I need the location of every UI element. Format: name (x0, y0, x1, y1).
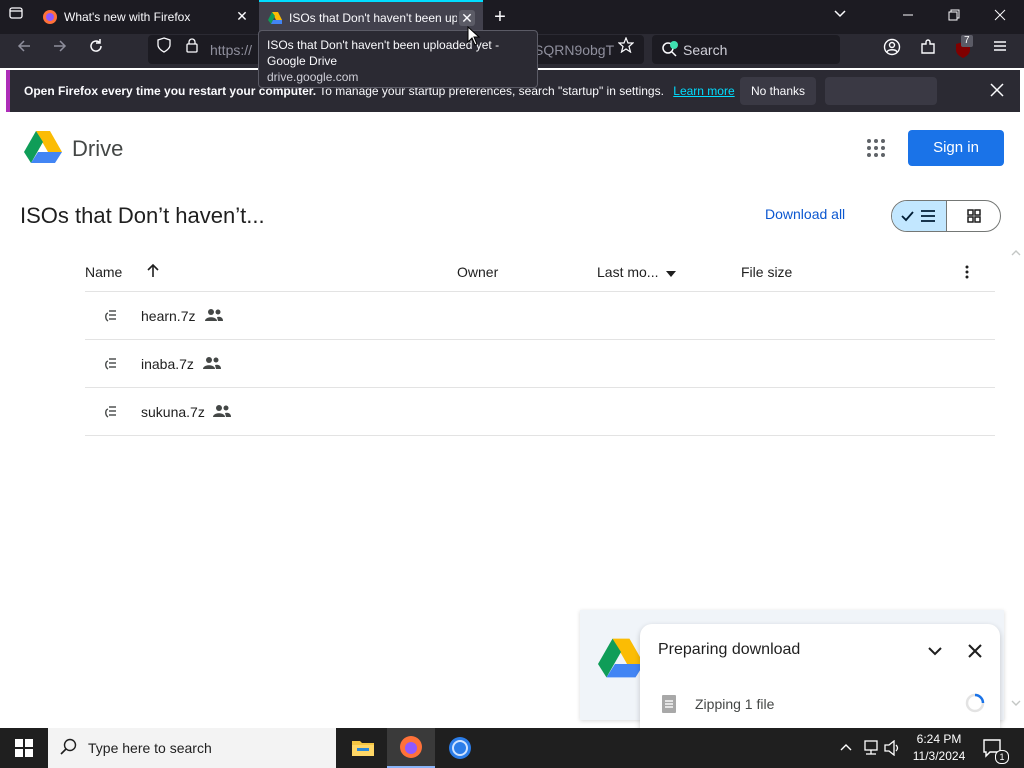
google-drive-logo (598, 632, 644, 684)
windows-logo-icon (15, 739, 33, 757)
search-icon (60, 738, 78, 756)
document-icon (660, 694, 678, 714)
column-header-file-size[interactable]: File size (741, 264, 792, 280)
list-view-button[interactable] (892, 201, 947, 231)
notification-action-button[interactable] (825, 77, 937, 105)
archive-file-icon (105, 406, 116, 418)
network-icon[interactable] (862, 740, 880, 756)
grid-view-button[interactable] (947, 201, 1000, 231)
notification-count-badge: 1 (995, 750, 1009, 764)
tab-manager-icon[interactable] (4, 5, 28, 29)
search-bar[interactable] (652, 35, 840, 64)
taskbar-search-placeholder: Type here to search (88, 740, 212, 756)
hamburger-menu-icon[interactable] (988, 38, 1012, 62)
search-engine-icon[interactable] (660, 39, 680, 59)
clock-date: 11/3/2024 (912, 749, 966, 763)
caret-down-icon[interactable] (665, 266, 677, 277)
mouse-cursor-icon (467, 25, 481, 46)
tab-title: What's new with Firefox (64, 10, 191, 24)
account-icon[interactable] (880, 38, 904, 62)
show-hidden-icons-chevron-icon[interactable] (838, 740, 854, 756)
firefox-taskbar-button[interactable] (387, 728, 435, 768)
back-arrow-icon[interactable] (12, 38, 36, 62)
taskbar-clock[interactable]: 6:24 PM 11/3/2024 (904, 731, 974, 765)
shared-people-icon (213, 405, 231, 417)
firefox-icon (400, 736, 422, 758)
view-toggle (891, 200, 1001, 232)
app-taskbar-button[interactable] (436, 728, 484, 768)
volume-icon[interactable] (884, 739, 902, 757)
learn-more-link[interactable]: Learn more (673, 84, 734, 98)
url-text-start: https:// (210, 42, 253, 58)
tooltip-url: drive.google.com (267, 70, 359, 84)
file-name[interactable]: inaba.7z (141, 356, 194, 372)
circle-app-icon (449, 737, 471, 759)
firefox-icon (43, 10, 57, 24)
download-status-text: Zipping 1 file (695, 696, 775, 712)
scroll-down-arrow-icon[interactable] (1009, 696, 1023, 710)
google-drive-logo[interactable] (24, 130, 62, 164)
close-panel-icon[interactable] (965, 641, 985, 661)
tab-whats-new[interactable]: What's new with Firefox ✕ (34, 0, 258, 34)
list-tabs-chevron-icon[interactable] (828, 5, 852, 29)
column-header-name[interactable]: Name (85, 264, 122, 280)
folder-title: ISOs that Don’t haven’t... (20, 203, 265, 228)
grid-icon (966, 209, 981, 223)
archive-file-icon (105, 310, 116, 322)
file-explorer-button[interactable] (339, 728, 387, 768)
extension-badge-count: 7 (961, 35, 973, 47)
no-thanks-button[interactable]: No thanks (740, 77, 816, 105)
minimize-window-icon[interactable] (896, 5, 920, 29)
search-placeholder: Search (683, 42, 728, 58)
folder-icon (352, 741, 374, 756)
check-list-icon (901, 210, 935, 222)
drive-app-name: Drive (72, 136, 124, 161)
archive-file-icon (105, 358, 116, 370)
download-all-button[interactable]: Download all (765, 206, 845, 222)
url-text-end: SQRN9obgT (534, 42, 615, 58)
shared-people-icon (205, 309, 223, 321)
table-row[interactable]: inaba.7z (85, 340, 995, 388)
file-name[interactable]: hearn.7z (141, 308, 195, 324)
new-tab-icon[interactable]: + (488, 5, 512, 29)
google-apps-grid-icon[interactable] (864, 136, 888, 160)
restore-window-icon[interactable] (942, 5, 966, 29)
scroll-up-arrow-icon[interactable] (1009, 246, 1023, 260)
sign-in-button[interactable]: Sign in (908, 130, 1004, 166)
tracking-protection-shield-icon[interactable] (152, 37, 176, 61)
column-header-last-modified[interactable]: Last mo... (597, 264, 658, 280)
bookmark-star-icon[interactable] (614, 36, 638, 61)
table-row[interactable]: sukuna.7z (85, 388, 995, 436)
table-row[interactable]: hearn.7z (85, 292, 995, 340)
tab-tooltip: ISOs that Don't haven't been uploaded ye… (258, 30, 538, 88)
lock-icon[interactable] (180, 37, 204, 61)
shared-people-icon (203, 357, 221, 369)
extensions-puzzle-icon[interactable] (916, 38, 940, 62)
forward-arrow-icon[interactable] (48, 38, 72, 62)
reload-icon[interactable] (84, 38, 108, 62)
collapse-chevron-icon[interactable] (925, 641, 945, 661)
tooltip-title: ISOs that Don't haven't been uploaded ye… (267, 38, 500, 68)
google-drive-icon (268, 12, 282, 24)
column-header-owner[interactable]: Owner (457, 264, 498, 280)
clock-time: 6:24 PM (916, 732, 962, 746)
start-button[interactable] (0, 728, 48, 768)
close-tab-icon[interactable]: ✕ (459, 10, 475, 26)
download-panel-title: Preparing download (658, 641, 801, 658)
more-options-vertical-icon[interactable] (959, 264, 975, 280)
close-window-icon[interactable] (988, 5, 1012, 29)
file-name[interactable]: sukuna.7z (141, 404, 205, 420)
tab-title: ISOs that Don't haven't been up (289, 11, 457, 25)
tab-drive[interactable]: ISOs that Don't haven't been up ✕ (259, 0, 483, 34)
close-notification-icon[interactable] (984, 78, 1010, 104)
close-tab-icon[interactable]: ✕ (234, 8, 250, 24)
sort-arrow-up-icon[interactable] (145, 263, 161, 279)
loading-spinner-icon (964, 692, 986, 714)
